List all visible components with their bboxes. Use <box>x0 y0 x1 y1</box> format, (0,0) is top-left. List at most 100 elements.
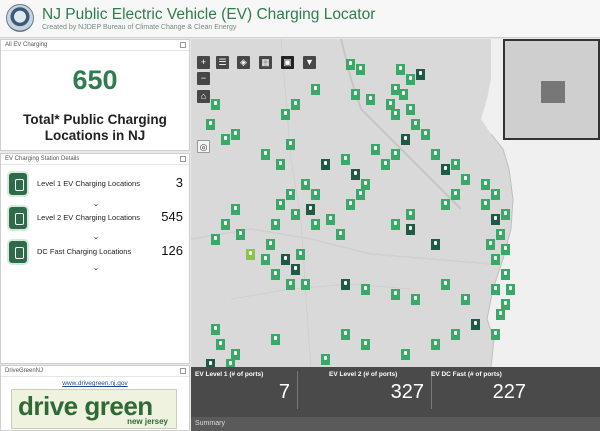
expand-icon[interactable] <box>180 156 186 162</box>
charging-station-marker[interactable] <box>416 69 425 80</box>
charging-station-marker[interactable] <box>496 309 505 320</box>
charging-station-marker[interactable] <box>341 329 350 340</box>
charging-station-marker[interactable] <box>281 109 290 120</box>
charging-station-marker[interactable] <box>406 104 415 115</box>
charging-station-marker[interactable] <box>496 229 505 240</box>
charging-station-marker[interactable] <box>406 224 415 235</box>
charging-station-marker[interactable] <box>231 129 240 140</box>
drivegreen-link[interactable]: www.drivegreen.nj.gov <box>1 380 189 387</box>
charging-station-marker[interactable] <box>381 159 390 170</box>
basemap-gallery-button[interactable]: ▦ <box>259 56 272 69</box>
charging-station-marker[interactable] <box>346 59 355 70</box>
filter-button[interactable]: ▼ <box>303 56 316 69</box>
charging-station-marker[interactable] <box>491 284 500 295</box>
charging-station-marker[interactable] <box>399 89 408 100</box>
charging-station-marker[interactable] <box>296 249 305 260</box>
charging-station-marker[interactable] <box>351 89 360 100</box>
charging-station-marker[interactable] <box>451 329 460 340</box>
charging-station-marker[interactable] <box>356 189 365 200</box>
charging-station-marker[interactable] <box>401 134 410 145</box>
chevron-down-icon[interactable]: ⌄ <box>91 263 101 272</box>
home-button[interactable]: ⌂ <box>197 90 210 103</box>
detail-row-level1[interactable]: Level 1 EV Charging Locations 3 <box>5 171 187 199</box>
charging-station-marker[interactable] <box>401 349 410 360</box>
charging-station-marker[interactable] <box>301 279 310 290</box>
charging-station-marker[interactable] <box>211 99 220 110</box>
charging-station-marker[interactable] <box>211 324 220 335</box>
charging-station-marker[interactable] <box>216 339 225 350</box>
charging-station-marker[interactable] <box>451 189 460 200</box>
expand-icon[interactable] <box>180 42 186 48</box>
expand-icon[interactable] <box>180 368 186 374</box>
charging-station-marker[interactable] <box>311 189 320 200</box>
charging-station-marker[interactable] <box>491 189 500 200</box>
charging-station-marker[interactable] <box>306 204 315 215</box>
charging-station-marker[interactable] <box>461 294 470 305</box>
charging-station-marker[interactable] <box>431 239 440 250</box>
charging-station-marker[interactable] <box>501 244 510 255</box>
charging-station-marker[interactable] <box>246 249 255 260</box>
charging-station-marker[interactable] <box>286 189 295 200</box>
charging-station-marker[interactable] <box>431 339 440 350</box>
charging-station-marker[interactable] <box>441 279 450 290</box>
charging-station-marker[interactable] <box>206 359 215 367</box>
charging-station-marker[interactable] <box>231 204 240 215</box>
map-view[interactable]: + − ⌂ ◎ ☰ ◈ ▦ ▣ ▼ <box>191 39 600 367</box>
charging-station-marker[interactable] <box>311 84 320 95</box>
zoom-out-button[interactable]: − <box>197 72 210 85</box>
charging-station-marker[interactable] <box>336 229 345 240</box>
qr-code-button[interactable]: ▣ <box>281 56 294 69</box>
charging-station-marker[interactable] <box>491 214 500 225</box>
charging-station-marker[interactable] <box>341 154 350 165</box>
charging-station-marker[interactable] <box>351 169 360 180</box>
charging-station-marker[interactable] <box>341 279 350 290</box>
drivegreen-logo[interactable]: drive green new jersey <box>11 389 177 429</box>
charging-station-marker[interactable] <box>326 214 335 225</box>
charging-station-marker[interactable] <box>406 74 415 85</box>
charging-station-marker[interactable] <box>361 339 370 350</box>
charging-station-marker[interactable] <box>301 179 310 190</box>
charging-station-marker[interactable] <box>391 109 400 120</box>
charging-station-marker[interactable] <box>391 289 400 300</box>
charging-station-marker[interactable] <box>276 159 285 170</box>
charging-station-marker[interactable] <box>491 329 500 340</box>
charging-station-marker[interactable] <box>286 279 295 290</box>
charging-station-marker[interactable] <box>461 174 470 185</box>
zoom-in-button[interactable]: + <box>197 56 210 69</box>
charging-station-marker[interactable] <box>211 234 220 245</box>
charging-station-marker[interactable] <box>231 349 240 360</box>
charging-station-marker[interactable] <box>346 199 355 210</box>
charging-station-marker[interactable] <box>261 149 270 160</box>
charging-station-marker[interactable] <box>271 269 280 280</box>
charging-station-marker[interactable] <box>396 64 405 75</box>
detail-row-level2[interactable]: Level 2 EV Charging Locations 545 <box>5 205 187 233</box>
charging-station-marker[interactable] <box>361 284 370 295</box>
charging-station-marker[interactable] <box>261 254 270 265</box>
charging-station-marker[interactable] <box>441 199 450 210</box>
charging-station-marker[interactable] <box>431 149 440 160</box>
charging-station-marker[interactable] <box>411 294 420 305</box>
charging-station-marker[interactable] <box>321 159 330 170</box>
charging-station-marker[interactable] <box>356 64 365 75</box>
charging-station-marker[interactable] <box>411 119 420 130</box>
charging-station-marker[interactable] <box>441 164 450 175</box>
charging-station-marker[interactable] <box>276 199 285 210</box>
charging-station-marker[interactable] <box>221 134 230 145</box>
charging-station-marker[interactable] <box>291 264 300 275</box>
charging-station-marker[interactable] <box>271 334 280 345</box>
charging-station-marker[interactable] <box>481 199 490 210</box>
charging-station-marker[interactable] <box>286 139 295 150</box>
charging-station-marker[interactable] <box>206 119 215 130</box>
charging-station-marker[interactable] <box>271 219 280 230</box>
charging-station-marker[interactable] <box>506 284 515 295</box>
charging-station-marker[interactable] <box>371 144 380 155</box>
charging-station-marker[interactable] <box>221 219 230 230</box>
charging-station-marker[interactable] <box>486 239 495 250</box>
legend-button[interactable]: ☰ <box>216 56 229 69</box>
charging-station-marker[interactable] <box>501 299 510 310</box>
summary-tab[interactable]: Summary <box>191 417 600 431</box>
charging-station-marker[interactable] <box>391 219 400 230</box>
locate-button[interactable]: ◎ <box>197 140 210 153</box>
charging-station-marker[interactable] <box>451 159 460 170</box>
charging-station-marker[interactable] <box>501 209 510 220</box>
